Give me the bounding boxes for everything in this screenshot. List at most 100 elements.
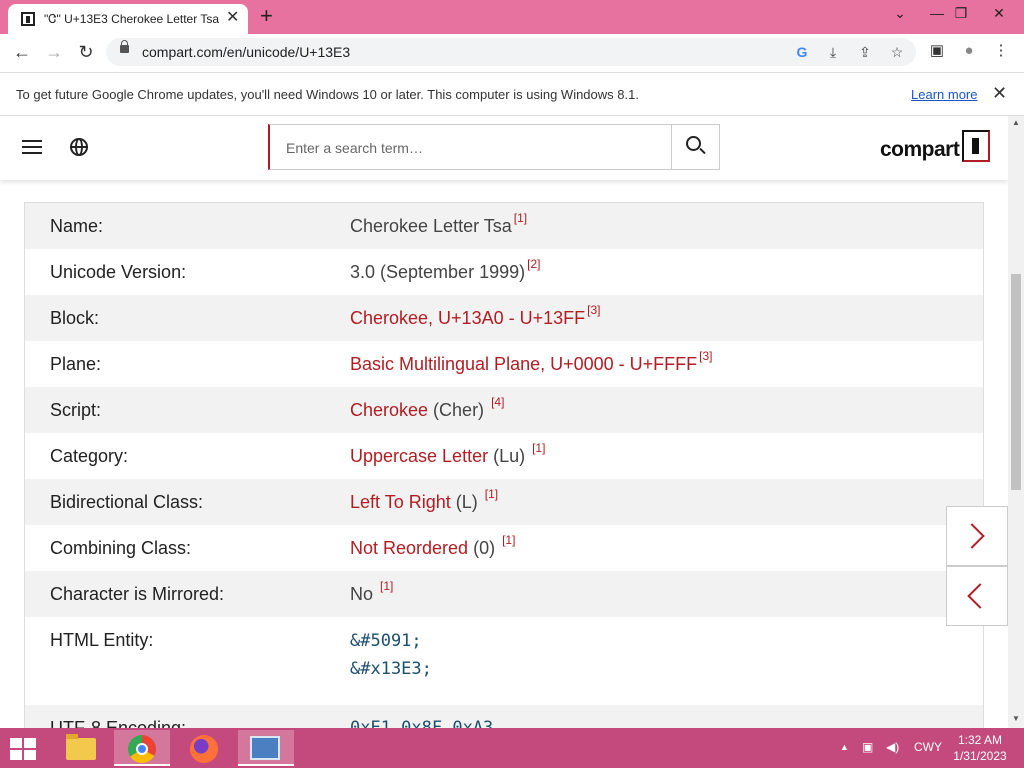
search-input[interactable]: [284, 135, 668, 161]
search-button[interactable]: [671, 125, 719, 169]
previous-character-button[interactable]: [946, 566, 1008, 626]
property-text: Cherokee Letter Tsa: [350, 216, 512, 236]
chrome-menu-icon[interactable]: ⋮: [990, 40, 1012, 62]
property-row: Script: Cherokee (Cher) [4]: [25, 387, 983, 433]
logo-text: compart: [880, 138, 960, 161]
property-text: 3.0 (September 1999): [350, 262, 526, 282]
back-button[interactable]: ←: [10, 40, 34, 64]
property-text: (Lu): [488, 446, 531, 466]
url-text[interactable]: compart.com/en/unicode/U+13E3: [142, 44, 350, 60]
page-scrollbar[interactable]: ▲ ▼: [1008, 116, 1024, 728]
property-value: Uppercase Letter (Lu) [1]: [350, 441, 545, 467]
property-value: Cherokee (Cher) [4]: [350, 395, 504, 421]
site-search: [268, 124, 720, 170]
address-bar[interactable]: compart.com/en/unicode/U+13E3 G ⤓ ⇪ ☆: [106, 38, 916, 66]
reference-link[interactable]: [3]: [587, 303, 600, 317]
property-link[interactable]: Uppercase Letter: [350, 446, 488, 466]
property-row-utf8: UTF-8 Encoding: 0xE1 0x8F 0xA3: [25, 705, 983, 728]
profile-avatar-icon[interactable]: ●: [958, 40, 980, 62]
reference-link[interactable]: [1]: [514, 211, 527, 225]
clock[interactable]: 1:32 AM 1/31/2023: [950, 732, 1010, 764]
install-app-icon[interactable]: ⤓: [823, 42, 843, 62]
tab-close-icon[interactable]: ✕: [226, 9, 239, 27]
property-row: Character is Mirrored: No [1]: [25, 571, 983, 617]
reference-link[interactable]: [1]: [485, 487, 498, 501]
chevron-left-icon: [967, 583, 993, 609]
clock-time: 1:32 AM: [957, 733, 1003, 747]
scroll-thumb[interactable]: [1011, 274, 1021, 490]
property-value: Left To Right (L) [1]: [350, 487, 498, 513]
property-value: 3.0 (September 1999) [2]: [350, 257, 540, 283]
scroll-up-icon[interactable]: ▲: [1008, 116, 1024, 130]
reference-link[interactable]: [1]: [502, 533, 515, 547]
property-link[interactable]: Cherokee, U+13A0 - U+13FF: [350, 308, 585, 328]
reference-link[interactable]: [2]: [527, 257, 540, 271]
property-row: Name: Cherokee Letter Tsa [1]: [25, 203, 983, 249]
language-indicator[interactable]: CWY: [914, 740, 942, 754]
language-globe-icon[interactable]: [70, 138, 88, 156]
hamburger-menu-icon[interactable]: [22, 140, 42, 154]
reference-link[interactable]: [1]: [380, 579, 393, 593]
site-header: compart: [0, 116, 1008, 180]
utf8-value: 0xE1 0x8F 0xA3: [350, 718, 494, 728]
property-label: Bidirectional Class:: [50, 492, 204, 512]
compart-logo[interactable]: compart: [880, 130, 992, 166]
tab-search-chevron-icon[interactable]: ⌄: [885, 2, 915, 24]
reload-button[interactable]: ↻: [74, 40, 98, 64]
side-panel-icon[interactable]: ▣: [926, 40, 948, 62]
tab-strip: "Ꮳ" U+13E3 Cherokee Letter Tsa ✕ + ⌄ — ❐…: [0, 0, 1024, 34]
infobar-message: To get future Google Chrome updates, you…: [16, 87, 639, 102]
bookmark-star-icon[interactable]: ☆: [887, 42, 907, 62]
property-label: Plane:: [50, 354, 102, 374]
learn-more-link[interactable]: Learn more: [911, 87, 977, 102]
volume-icon[interactable]: ◀): [886, 740, 899, 754]
reference-link[interactable]: [4]: [491, 395, 504, 409]
new-tab-button[interactable]: +: [260, 5, 273, 27]
reference-link[interactable]: [1]: [532, 441, 545, 455]
favicon-icon: [21, 12, 35, 26]
share-icon[interactable]: ⇪: [855, 42, 875, 62]
tab-title: "Ꮳ" U+13E3 Cherokee Letter Tsa: [44, 12, 219, 26]
control-panel-taskbar-button[interactable]: [238, 730, 294, 766]
property-text: No: [350, 584, 379, 604]
update-infobar: To get future Google Chrome updates, you…: [0, 72, 1024, 116]
windows-start-icon[interactable]: [10, 738, 38, 760]
property-row: Bidirectional Class: Left To Right (L) [1…: [25, 479, 983, 525]
forward-button[interactable]: →: [42, 40, 66, 64]
property-link[interactable]: Not Reordered: [350, 538, 468, 558]
tray-chevron-icon[interactable]: ▲: [840, 742, 849, 752]
properties-table: Name: Cherokee Letter Tsa [1] Unicode Versi…: [24, 202, 984, 728]
property-text: (L): [450, 492, 483, 512]
property-label: Script:: [50, 400, 102, 420]
lock-icon[interactable]: [120, 40, 129, 53]
property-text: (Cher): [428, 400, 490, 420]
property-label: UTF-8 Encoding:: [50, 718, 187, 728]
firefox-taskbar-button[interactable]: [178, 730, 234, 766]
restore-button[interactable]: ❐: [946, 2, 976, 24]
property-label: Category:: [50, 446, 129, 466]
property-row-html-entity: HTML Entity: &#5091; &#x13E3;: [25, 617, 983, 679]
property-text: (0): [468, 538, 501, 558]
property-row: Category: Uppercase Letter (Lu) [1]: [25, 433, 983, 479]
chrome-taskbar-button[interactable]: [114, 730, 170, 766]
property-link[interactable]: Basic Multilingual Plane, U+0000 - U+FFF…: [350, 354, 697, 374]
logo-mark-icon: [962, 130, 990, 162]
reference-link[interactable]: [3]: [699, 349, 712, 363]
infobar-close-icon[interactable]: ✕: [992, 83, 1007, 104]
network-icon[interactable]: ▣: [862, 740, 873, 754]
next-character-button[interactable]: [946, 506, 1008, 566]
chevron-right-icon: [959, 523, 985, 549]
property-label: Name:: [50, 216, 104, 236]
window-close-button[interactable]: ✕: [984, 2, 1014, 24]
html-entity-decimal: &#5091;: [350, 631, 422, 651]
property-label: Combining Class:: [50, 538, 192, 558]
scroll-down-icon[interactable]: ▼: [1008, 712, 1024, 726]
property-link[interactable]: Left To Right: [350, 492, 451, 512]
google-lens-icon[interactable]: G: [792, 42, 812, 62]
browser-toolbar: ← → ↻ compart.com/en/unicode/U+13E3 G ⤓ …: [0, 34, 1024, 70]
property-link[interactable]: Cherokee: [350, 400, 428, 420]
browser-tab[interactable]: "Ꮳ" U+13E3 Cherokee Letter Tsa ✕: [8, 4, 248, 34]
file-explorer-button[interactable]: [52, 730, 108, 766]
html-entity-values: &#5091; &#x13E3;: [350, 627, 432, 683]
property-value: No [1]: [350, 579, 393, 605]
